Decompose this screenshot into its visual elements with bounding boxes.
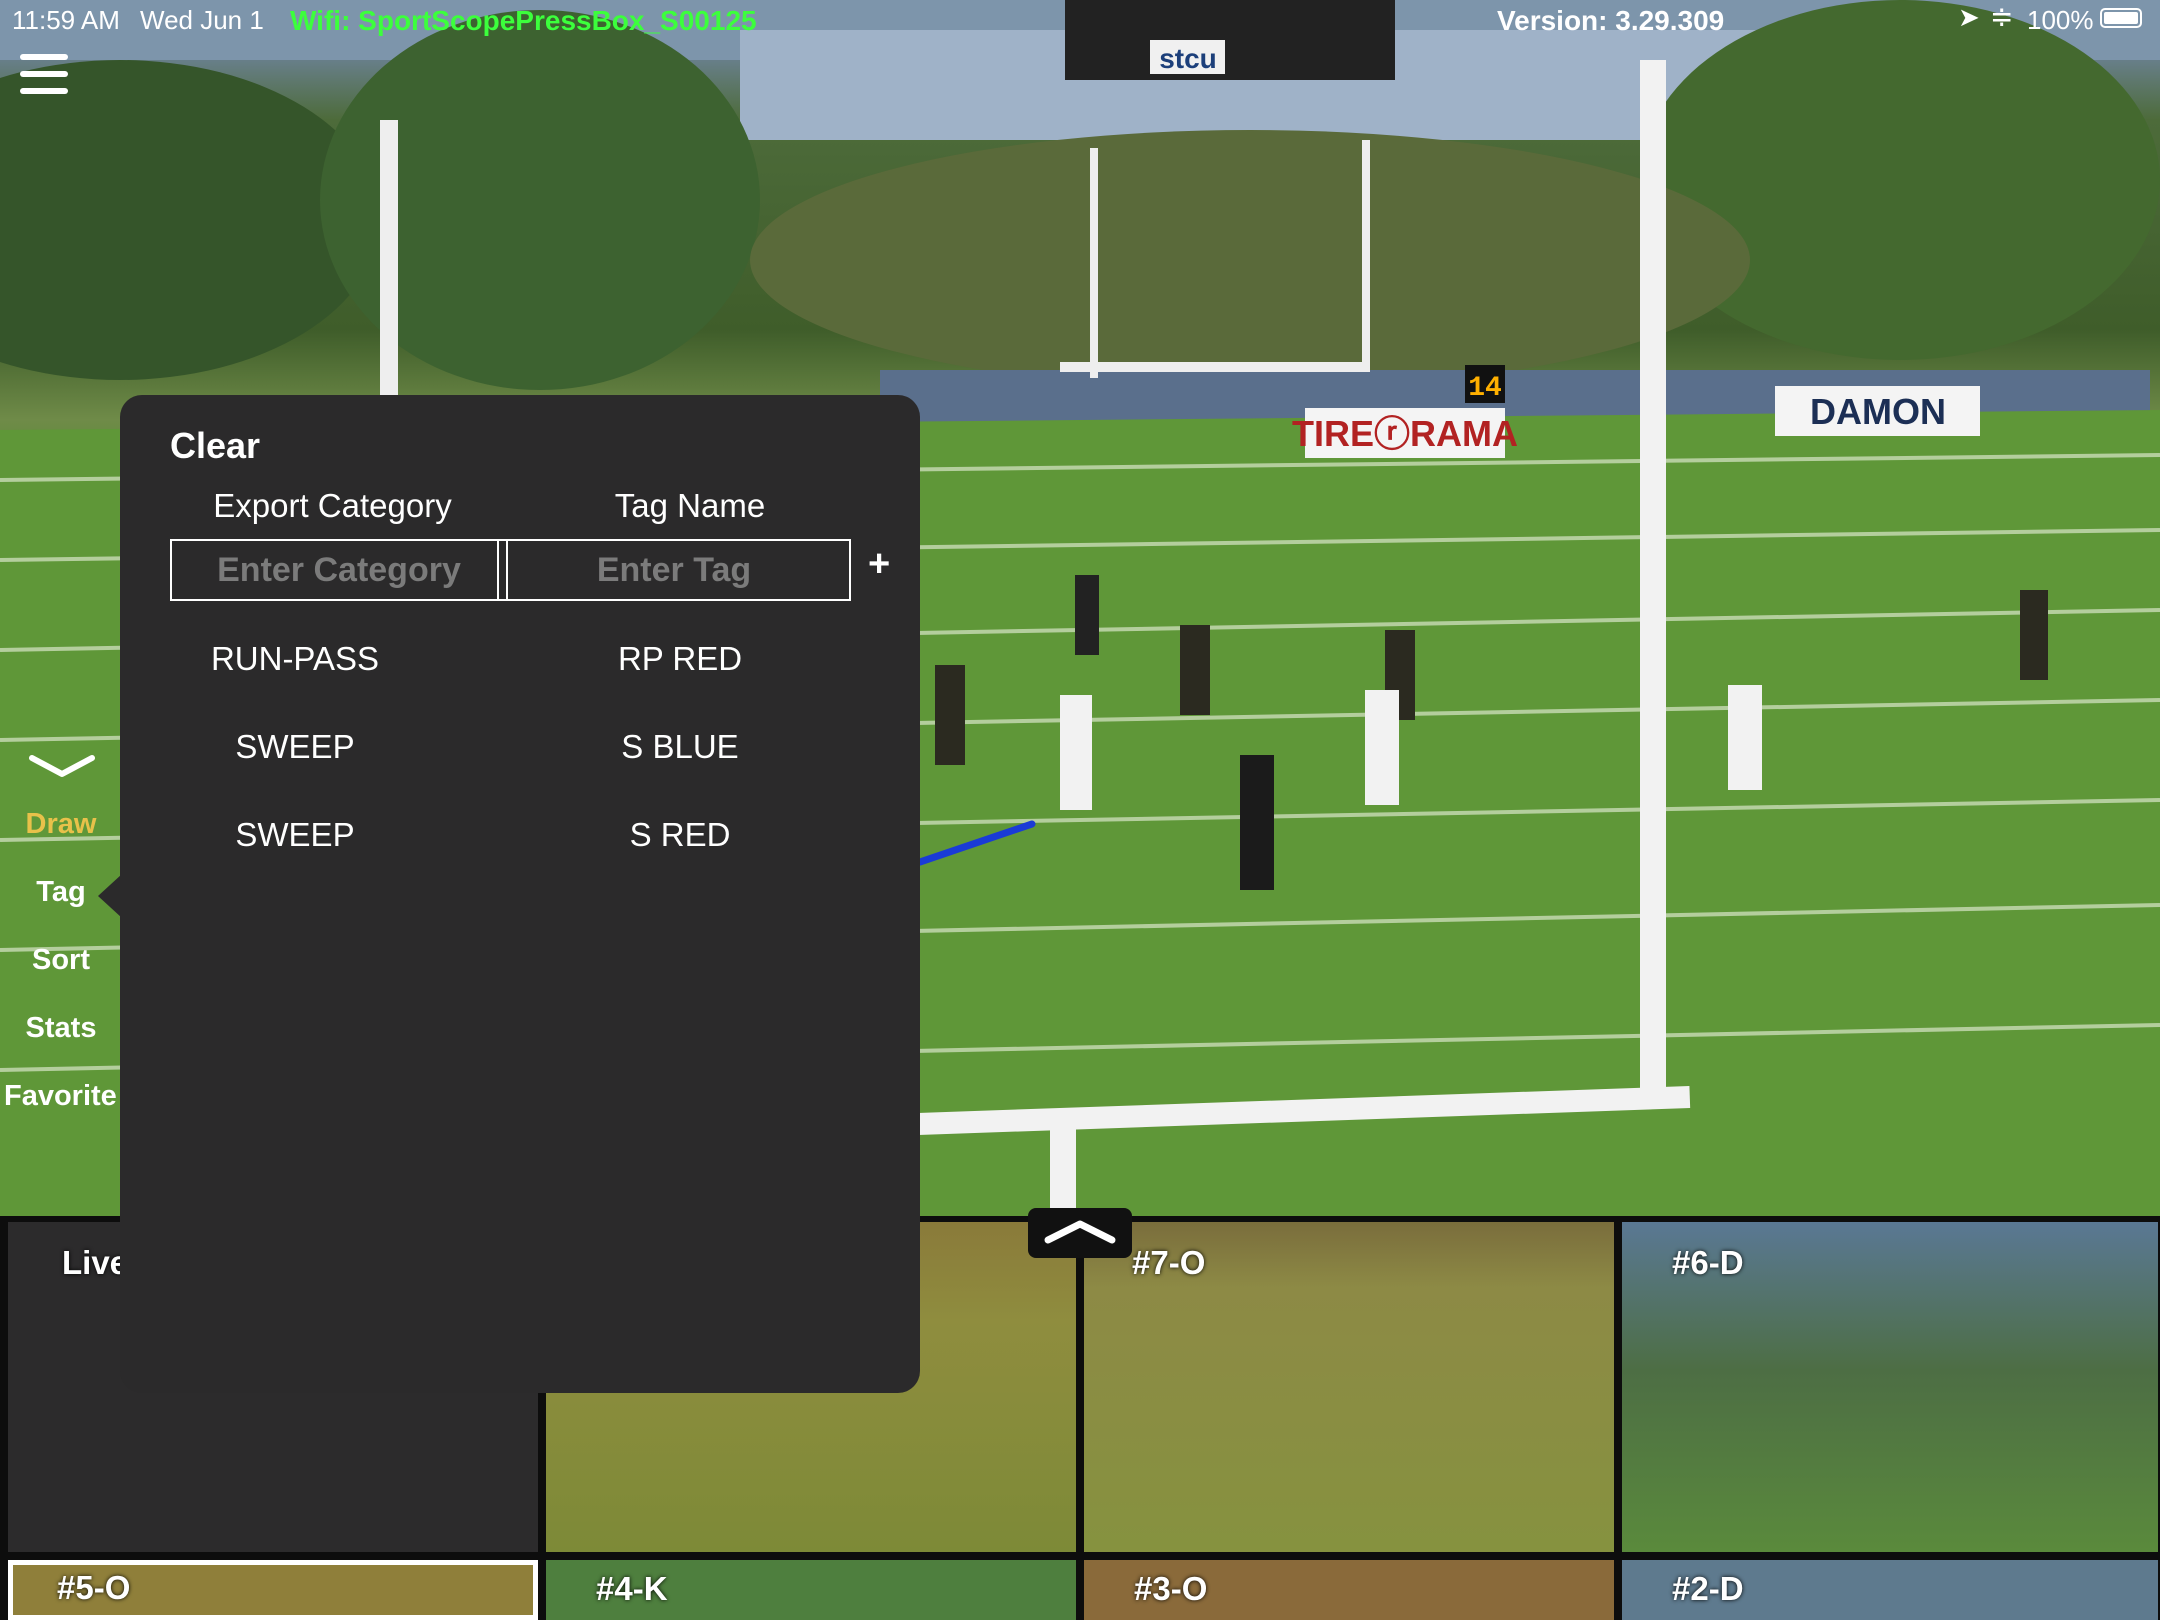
tag-row-category: RUN-PASS (210, 640, 380, 677)
menu-icon[interactable] (20, 54, 68, 96)
thumbnail-label: #5-O (57, 1569, 131, 1606)
sidebar-item-sort[interactable]: Sort (0, 944, 122, 977)
thumbnail-label: Live (62, 1244, 129, 1281)
sidebar-menu: Draw Tag Sort Stats Favorite (0, 740, 122, 1215)
status-time: 11:59 AM (12, 5, 120, 35)
status-date: Wed Jun 1 (140, 5, 264, 35)
sidebar-item-stats[interactable]: Stats (0, 1012, 122, 1045)
wifi-network-label: Wifi: SportScopePressBox_S00125 (290, 5, 757, 36)
category-input[interactable] (170, 539, 508, 601)
wifi-icon: ≑ (1990, 1, 2014, 32)
thumbnail-label: #6-D (1672, 1244, 1744, 1281)
thumbnail-4-k[interactable]: #4-K (546, 1560, 1076, 1620)
chevron-up-icon (1044, 1220, 1116, 1244)
thumbnail-6-d[interactable]: #6-D (1622, 1222, 2158, 1552)
tag-row-category: SWEEP (235, 816, 355, 853)
thumbnail-2-d[interactable]: #2-D (1622, 1560, 2158, 1620)
thumbnail-5-o[interactable]: #5-O (8, 1560, 538, 1620)
svg-text:stcu: stcu (1159, 43, 1217, 74)
thumbnail-label: #3-O (1134, 1570, 1208, 1607)
tag-row-name: RP RED (617, 640, 743, 677)
tag-input[interactable] (497, 539, 851, 601)
tag-popover: Clear Export Category Tag Name + RUN-PAS… (120, 395, 920, 1393)
tag-row[interactable]: SWEEP S RED (120, 816, 920, 876)
tag-row-name: S BLUE (621, 728, 739, 765)
expand-thumbnails-button[interactable] (1028, 1208, 1132, 1258)
tag-row-category: SWEEP (235, 728, 355, 765)
version-label: Version: 3.29.309 (1497, 5, 1725, 36)
tag-name-header: Tag Name (614, 487, 766, 524)
location-icon: ➤ (1958, 2, 1980, 32)
popover-pointer (98, 874, 122, 918)
battery-percent: 100% (2027, 5, 2094, 35)
tag-row[interactable]: RUN-PASS RP RED (120, 640, 920, 700)
tirerama-sign: TIREⓡRAMA (1292, 413, 1518, 454)
svg-text:14: 14 (1468, 373, 1502, 404)
tag-row-name: S RED (629, 816, 731, 853)
export-category-header: Export Category (213, 487, 452, 524)
sidebar-item-draw[interactable]: Draw (0, 808, 122, 841)
thumbnail-3-o[interactable]: #3-O (1084, 1560, 1614, 1620)
thumbnail-7-o[interactable]: #7-O (1084, 1222, 1614, 1552)
thumbnail-label: #2-D (1672, 1570, 1744, 1607)
thumbnail-label: #4-K (596, 1570, 668, 1607)
battery-icon (2100, 8, 2142, 28)
sidebar-item-favorite[interactable]: Favorite (4, 1080, 126, 1113)
tag-row[interactable]: SWEEP S BLUE (120, 728, 920, 788)
thumbnail-label: #7-O (1132, 1244, 1206, 1281)
add-tag-button[interactable]: + (868, 543, 890, 586)
damon-sign: DAMON (1810, 391, 1946, 432)
status-bar: 11:59 AM Wed Jun 1 Wifi: SportScopePress… (0, 0, 2160, 40)
clear-button[interactable]: Clear (170, 425, 260, 467)
